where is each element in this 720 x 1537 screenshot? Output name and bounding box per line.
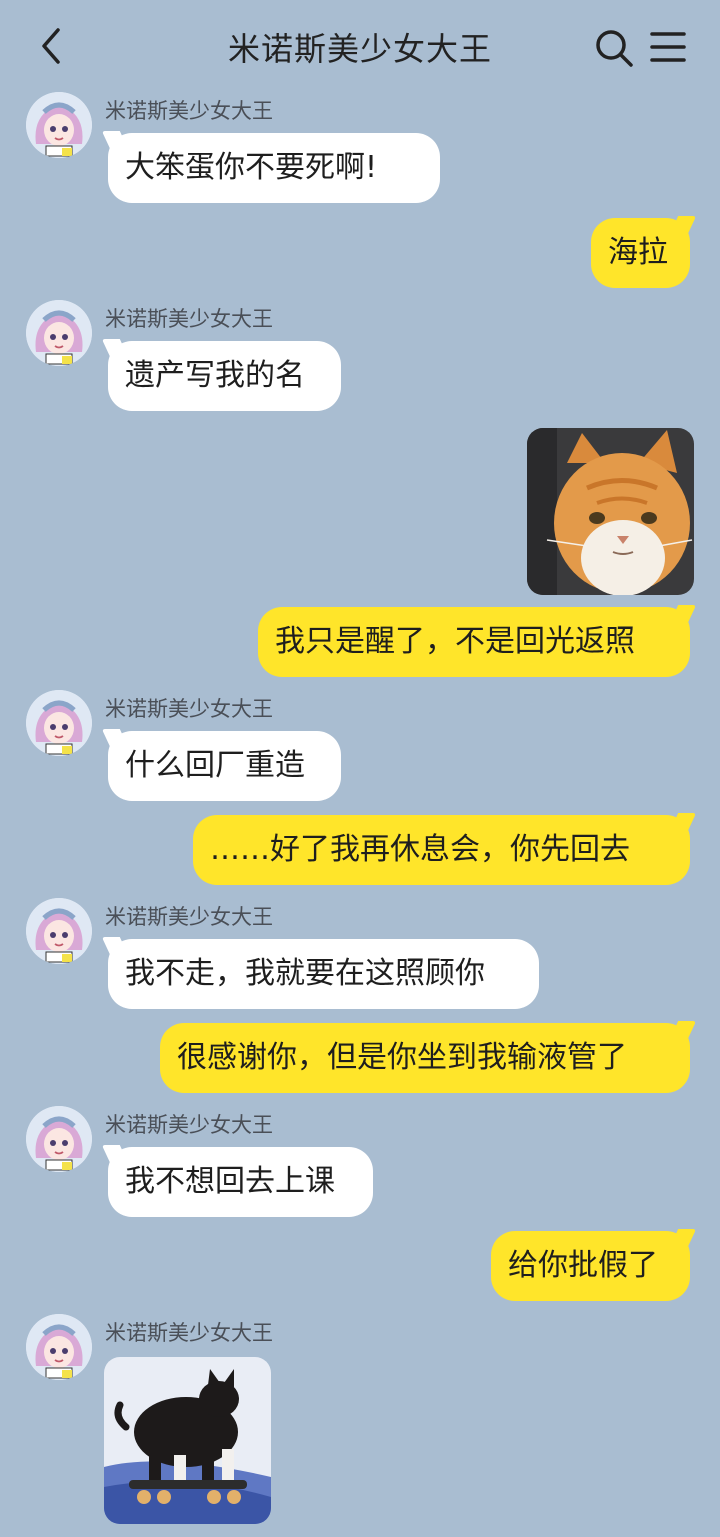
incoming-message-bubble[interactable]: 大笨蛋你不要死啊! bbox=[108, 133, 440, 203]
anime-girl-avatar-icon bbox=[26, 1106, 92, 1172]
contact-avatar[interactable] bbox=[26, 1106, 92, 1172]
outgoing-message-bubble[interactable]: 我只是醒了，不是回光返照 bbox=[258, 607, 690, 677]
chat-header: 米诺斯美少女大王 bbox=[0, 0, 720, 92]
outgoing-message-bubble[interactable]: 海拉 bbox=[591, 218, 690, 288]
sender-name: 米诺斯美少女大王 bbox=[105, 905, 273, 929]
anime-girl-avatar-icon bbox=[26, 1314, 92, 1380]
skateboard-cat-sticker[interactable] bbox=[104, 1357, 271, 1524]
search-icon bbox=[596, 30, 633, 67]
orange-cat-sticker[interactable] bbox=[527, 428, 694, 595]
contact-avatar[interactable] bbox=[26, 898, 92, 964]
skateboard-cat-image-icon bbox=[104, 1357, 271, 1524]
anime-girl-avatar-icon bbox=[26, 300, 92, 366]
contact-avatar[interactable] bbox=[26, 1314, 92, 1380]
sender-name: 米诺斯美少女大王 bbox=[105, 1321, 273, 1345]
anime-girl-avatar-icon bbox=[26, 898, 92, 964]
sender-name: 米诺斯美少女大王 bbox=[105, 99, 273, 123]
anime-girl-avatar-icon bbox=[26, 690, 92, 756]
contact-avatar[interactable] bbox=[26, 300, 92, 366]
contact-avatar[interactable] bbox=[26, 92, 92, 158]
sender-name: 米诺斯美少女大王 bbox=[105, 307, 273, 331]
menu-button[interactable] bbox=[650, 30, 686, 64]
outgoing-message-bubble[interactable]: 给你批假了 bbox=[491, 1231, 690, 1301]
incoming-message-bubble[interactable]: 我不走，我就要在这照顾你 bbox=[108, 939, 539, 1009]
incoming-message-bubble[interactable]: 遗产写我的名 bbox=[108, 341, 341, 411]
contact-avatar[interactable] bbox=[26, 690, 92, 756]
outgoing-message-bubble[interactable]: 很感谢你，但是你坐到我输液管了 bbox=[160, 1023, 690, 1093]
orange-cat-image-icon bbox=[527, 428, 694, 595]
sender-name: 米诺斯美少女大王 bbox=[105, 1113, 273, 1137]
sender-name: 米诺斯美少女大王 bbox=[105, 697, 273, 721]
search-button[interactable] bbox=[594, 28, 634, 68]
outgoing-message-bubble[interactable]: ……好了我再休息会，你先回去 bbox=[193, 815, 690, 885]
anime-girl-avatar-icon bbox=[26, 92, 92, 158]
incoming-message-bubble[interactable]: 什么回厂重造 bbox=[108, 731, 341, 801]
incoming-message-bubble[interactable]: 我不想回去上课 bbox=[108, 1147, 373, 1217]
menu-icon bbox=[650, 32, 686, 62]
